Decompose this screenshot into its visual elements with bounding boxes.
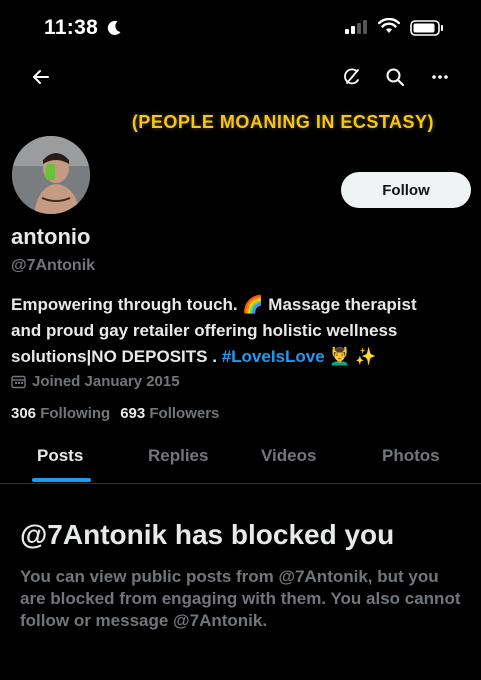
search-icon bbox=[386, 68, 404, 86]
more-button[interactable] bbox=[427, 64, 453, 90]
avatar-image bbox=[12, 136, 90, 214]
following-label: Following bbox=[40, 405, 111, 422]
bio-text: Empowering through touch. bbox=[11, 295, 238, 314]
wifi-icon bbox=[378, 18, 400, 33]
banner-caption: (PEOPLE MOANING IN ECSTASY) bbox=[131, 112, 434, 132]
status-time: 11:38 bbox=[44, 16, 99, 39]
tab-videos[interactable]: Videos bbox=[261, 446, 316, 466]
rainbow-emoji: 🌈 bbox=[242, 295, 264, 314]
avatar[interactable] bbox=[9, 133, 93, 217]
tab-photos[interactable]: Photos bbox=[382, 446, 440, 466]
bio-text: and proud gay retailer offering holistic… bbox=[11, 321, 398, 340]
followers-link[interactable]: 693 Followers bbox=[120, 405, 219, 422]
tab-replies[interactable]: Replies bbox=[148, 446, 208, 466]
search-button[interactable] bbox=[382, 64, 408, 90]
followers-label: Followers bbox=[149, 405, 220, 422]
follow-stats: 306 Following 693 Followers bbox=[11, 405, 219, 422]
more-icon bbox=[432, 75, 448, 79]
active-tab-indicator bbox=[32, 478, 91, 482]
cellular-signal-icon bbox=[345, 20, 367, 34]
tabs-divider bbox=[0, 483, 481, 484]
followers-count: 693 bbox=[120, 405, 146, 422]
blocked-title: @7Antonik has blocked you bbox=[20, 519, 395, 550]
bio-text: solutions|NO DEPOSITS . bbox=[11, 347, 217, 366]
joined-text: Joined January 2015 bbox=[32, 373, 180, 390]
tab-posts[interactable]: Posts bbox=[37, 446, 83, 466]
massage-emoji: 💆‍♂️ bbox=[329, 347, 351, 366]
back-arrow-icon bbox=[33, 70, 49, 84]
joined-date: Joined January 2015 bbox=[11, 373, 180, 390]
battery-icon bbox=[410, 20, 443, 36]
grok-icon bbox=[344, 68, 359, 85]
follow-button[interactable]: Follow bbox=[341, 172, 471, 208]
back-button[interactable] bbox=[28, 64, 54, 90]
user-handle: @7Antonik bbox=[11, 257, 96, 274]
sparkles-emoji: ✨ bbox=[355, 347, 377, 366]
moon-icon bbox=[107, 20, 121, 35]
profile-bio: Empowering through touch. 🌈 Massage ther… bbox=[11, 292, 471, 370]
following-link[interactable]: 306 Following bbox=[11, 405, 110, 422]
hashtag-link[interactable]: #LoveIsLove bbox=[222, 347, 325, 366]
blocked-description: You can view public posts from @7Antonik… bbox=[20, 567, 461, 630]
grok-button[interactable] bbox=[339, 64, 365, 90]
calendar-icon bbox=[11, 375, 26, 389]
bio-text: Massage therapist bbox=[268, 295, 417, 314]
following-count: 306 bbox=[11, 405, 37, 422]
display-name: antonio bbox=[11, 224, 91, 249]
